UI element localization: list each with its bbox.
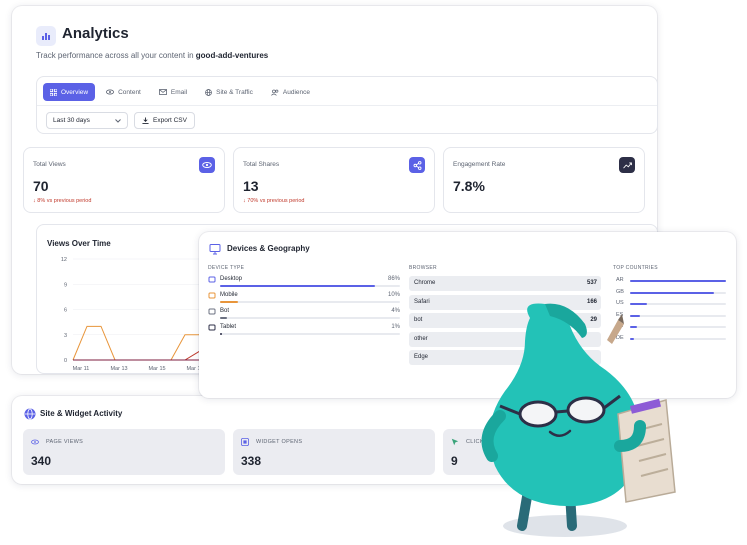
widget-icon [241,438,249,446]
stat-label: Total Views [33,161,66,168]
eye-icon [31,439,39,445]
phone-icon [208,292,216,299]
tab-email[interactable]: Email [152,83,194,101]
country-code: GB [616,288,624,295]
browser-count: 537 [586,280,597,286]
browser-name: Chrome [414,280,436,286]
device-type-label: DEVICE TYPE [208,265,245,271]
device-bar-track [220,285,400,287]
country-code: AR [616,277,624,283]
eye-icon [199,157,215,173]
grid-icon [50,88,57,96]
y-tick-label: 9 [64,282,67,288]
stat-card-total-shares: Total Shares 13 ↓ 70% vs previous period [233,147,435,213]
metric-value: 338 [241,454,262,468]
mail-icon [158,89,167,95]
chevron-down-icon [115,118,121,123]
tab-audience[interactable]: Audience [264,83,317,101]
cursor-icon [451,438,459,446]
tab-site-traffic[interactable]: Site & Traffic [198,83,260,101]
device-bar-fill [220,301,238,303]
y-tick-label: 0 [64,358,67,364]
device-percent: 4% [391,308,400,314]
metric-value: 340 [31,454,52,468]
device-row: Mobile 10% [208,292,400,306]
device-bar-fill [220,285,375,287]
y-tick-label: 6 [64,308,67,314]
mascot-illustration [481,303,676,537]
x-tick-label: Mar 15 [148,366,165,372]
users-icon [270,89,279,96]
export-csv-button[interactable]: Export CSV [134,112,195,129]
device-row: Tablet 1% [208,324,400,338]
device-percent: 1% [391,324,400,330]
share-icon [409,157,425,173]
page-title: Analytics [62,25,129,42]
metric-label: WIDGET OPENS [256,439,303,445]
device-name: Bot [220,308,230,314]
top-countries-label: TOP COUNTRIES [613,265,658,271]
country-bar-fill [630,291,715,294]
tab-content[interactable]: Content [99,83,148,101]
stat-card-engagement-rate: Engagement Rate 7.8% [443,147,645,213]
section-title: Site & Widget Activity [40,409,123,418]
globe-icon [24,408,36,420]
country-bar-fill [630,280,726,282]
browser-name: bot [414,317,423,323]
tab-panel: Overview Content Email Site & Traffic Au… [36,76,658,134]
stat-value: 7.8% [453,178,485,194]
page-subtitle: Track performance across all your conten… [36,51,269,60]
device-bar-fill [220,317,228,319]
section-title: Devices & Geography [227,244,310,253]
bot-icon [208,308,216,315]
country-row: AR [616,277,726,287]
device-row: Desktop 86% [208,276,400,290]
metric-card-widget-opens: WIDGET OPENS 338 [233,429,435,475]
device-bar-track [220,333,400,335]
device-percent: 86% [387,276,400,282]
monitor-icon [209,244,221,255]
y-tick-label: 3 [64,333,67,339]
stat-value: 70 [33,178,49,194]
tab-divider [37,105,657,106]
tablet-icon [208,324,216,331]
device-bar-track [220,301,400,303]
stat-card-total-views: Total Views 70 ↓ 8% vs previous period [23,147,225,213]
device-bar-fill [220,333,222,335]
browser-name: Safari [414,298,430,305]
browser-label: BROWSER [409,265,437,271]
download-icon [142,117,149,124]
browser-name: other [414,335,428,342]
browser-row: Chrome 537 [409,276,601,291]
metric-value: 9 [451,454,458,468]
bar-chart-icon [36,26,56,46]
date-range-select[interactable]: Last 30 days [46,112,128,129]
tab-bar: Overview Content Email Site & Traffic Au… [43,83,317,101]
device-name: Tablet [220,324,237,330]
globe-icon [205,88,213,96]
device-bar-track [220,317,400,319]
stat-label: Engagement Rate [453,161,506,168]
y-tick-label: 12 [61,257,67,263]
stat-change: ↓ 70% vs previous period [243,198,305,204]
stat-label: Total Shares [243,161,280,168]
trend-icon [619,157,635,173]
metric-card-page-views: PAGE VIEWS 340 [23,429,225,475]
device-name: Mobile [220,292,238,298]
stat-value: 13 [243,178,259,194]
x-tick-label: Mar 11 [73,366,90,372]
browser-name: Edge [414,354,429,360]
stat-change: ↓ 8% vs previous period [33,198,92,204]
control-row: Last 30 days Export CSV [46,112,195,129]
monitor-icon [208,276,216,283]
metric-label: PAGE VIEWS [46,439,84,445]
device-percent: 10% [387,292,400,298]
eye-icon [106,89,115,95]
tab-overview[interactable]: Overview [43,83,96,101]
device-row: Bot 4% [208,308,400,322]
device-name: Desktop [220,276,243,282]
x-tick-label: Mar 13 [110,366,127,372]
